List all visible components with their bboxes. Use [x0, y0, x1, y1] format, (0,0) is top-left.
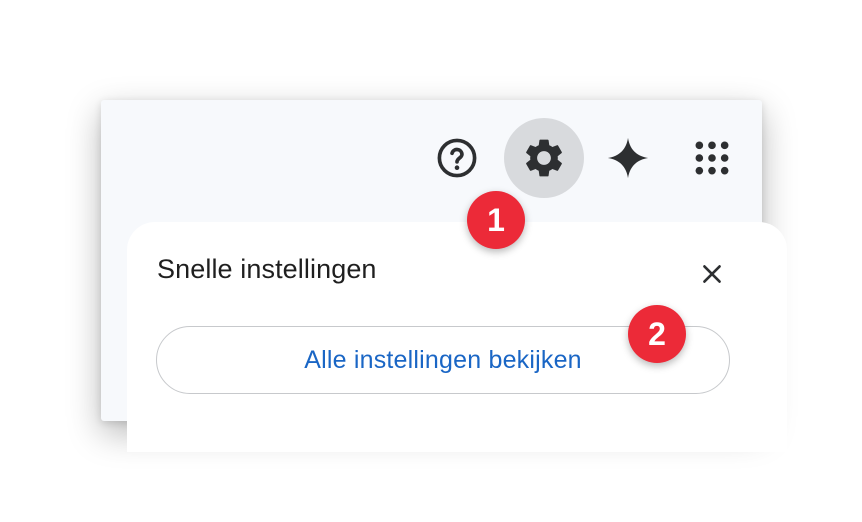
quick-settings-title: Snelle instellingen: [157, 254, 377, 284]
sparkle-icon: [607, 137, 649, 179]
help-button[interactable]: [417, 118, 497, 198]
step-2-badge: 2: [628, 305, 686, 363]
gear-icon: [526, 139, 562, 177]
close-icon: [703, 265, 721, 283]
close-button[interactable]: [690, 252, 734, 296]
settings-button[interactable]: [504, 118, 584, 198]
help-circle-icon: [437, 138, 477, 178]
apps-button[interactable]: [672, 118, 752, 198]
gemini-button[interactable]: [588, 118, 668, 198]
step-1-badge: 1: [467, 191, 525, 249]
apps-grid-icon: [695, 141, 729, 175]
